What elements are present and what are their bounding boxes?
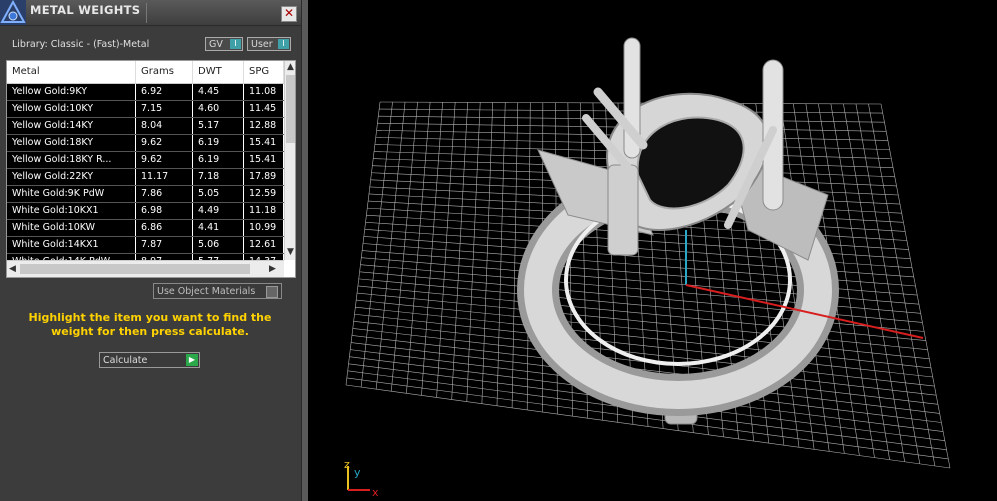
app-logo-icon <box>0 0 26 25</box>
horizontal-scrollbar[interactable]: ◀ ▶ <box>7 260 284 277</box>
table-cell: 17.89 <box>244 169 284 185</box>
horizontal-scroll-thumb[interactable] <box>20 264 250 274</box>
scroll-up-icon[interactable]: ▲ <box>287 62 294 73</box>
column-header-metal[interactable]: Metal <box>7 61 136 83</box>
table-cell: Yellow Gold:14KY <box>7 118 136 134</box>
table-cell: Yellow Gold:18KY <box>7 135 136 151</box>
table-cell: 7.18 <box>193 169 244 185</box>
scroll-left-icon[interactable]: ◀ <box>9 264 16 275</box>
grid-line <box>843 103 905 462</box>
grid-line <box>880 103 951 469</box>
column-header-dwt[interactable]: DWT <box>193 61 244 83</box>
table-cell: 6.98 <box>136 203 193 219</box>
table-body: Yellow Gold:9KY 6.92 4.45 11.08 Yellow Gold:… <box>7 84 284 271</box>
table-cell: Yellow Gold:22KY <box>7 169 136 185</box>
table-cell: 9.62 <box>136 152 193 168</box>
table-row[interactable]: Yellow Gold:10KY 7.15 4.60 11.45 <box>7 101 284 118</box>
table-cell: 6.19 <box>193 135 244 151</box>
table-cell: 11.08 <box>244 84 284 100</box>
gv-toggle[interactable]: GV I <box>205 37 243 51</box>
table-cell: 4.41 <box>193 220 244 236</box>
table-cell: 6.92 <box>136 84 193 100</box>
column-header-spg[interactable]: SPG <box>244 61 284 83</box>
calculate-label: Calculate <box>103 355 148 366</box>
user-toggle-knob-icon: I <box>278 39 289 49</box>
table-row[interactable]: Yellow Gold:14KY 8.04 5.17 12.88 <box>7 118 284 135</box>
grid-line <box>855 103 921 464</box>
user-toggle-label: User <box>251 39 273 50</box>
table-row[interactable]: White Gold:14KX1 7.87 5.06 12.61 <box>7 237 284 254</box>
metal-weights-panel: METAL WEIGHTS ✕ Library: Classic - (Fast… <box>0 0 301 501</box>
scroll-down-icon[interactable]: ▼ <box>287 247 294 258</box>
table-cell: White Gold:14KX1 <box>7 237 136 253</box>
table-row[interactable]: White Gold:9K PdW 7.86 5.05 12.59 <box>7 186 284 203</box>
title-separator <box>146 3 147 23</box>
gv-toggle-knob-icon: I <box>230 39 241 49</box>
table-row[interactable]: Yellow Gold:9KY 6.92 4.45 11.08 <box>7 84 284 101</box>
use-object-materials-label: Use Object Materials <box>157 286 256 297</box>
table-cell: Yellow Gold:18KY R... <box>7 152 136 168</box>
library-label: Library: Classic - (Fast)-Metal <box>12 39 150 50</box>
table-cell: White Gold:9K PdW <box>7 186 136 202</box>
table-cell: 6.19 <box>193 152 244 168</box>
table-cell: 12.59 <box>244 186 284 202</box>
axis-label-z: z <box>344 458 350 471</box>
table-cell: 4.49 <box>193 203 244 219</box>
table-cell: 7.15 <box>136 101 193 117</box>
table-cell: 4.45 <box>193 84 244 100</box>
table-cell: 11.17 <box>136 169 193 185</box>
table-row[interactable]: White Gold:10KX1 6.98 4.49 11.18 <box>7 203 284 220</box>
table-row[interactable]: Yellow Gold:22KY 11.17 7.18 17.89 <box>7 169 284 186</box>
vertical-scroll-thumb[interactable] <box>286 75 295 143</box>
table-cell: 5.05 <box>193 186 244 202</box>
vertical-scrollbar[interactable]: ▲ ▼ <box>284 61 295 260</box>
table-cell: White Gold:10KX1 <box>7 203 136 219</box>
checkbox-icon <box>266 286 278 298</box>
panel-title-bar[interactable]: METAL WEIGHTS ✕ <box>0 0 301 26</box>
close-button[interactable]: ✕ <box>281 6 297 22</box>
table-cell: 15.41 <box>244 152 284 168</box>
table-cell: 11.18 <box>244 203 284 219</box>
axis-label-x: x <box>372 486 379 499</box>
table-cell: 11.45 <box>244 101 284 117</box>
table-cell: 8.04 <box>136 118 193 134</box>
table-row[interactable]: White Gold:10KW 6.86 4.41 10.99 <box>7 220 284 237</box>
table-cell: 5.06 <box>193 237 244 253</box>
table-cell: Yellow Gold:9KY <box>7 84 136 100</box>
play-arrow-icon: ▶ <box>186 354 198 366</box>
table-row[interactable]: Yellow Gold:18KY 9.62 6.19 15.41 <box>7 135 284 152</box>
scroll-right-icon[interactable]: ▶ <box>269 264 276 275</box>
table-cell: 10.99 <box>244 220 284 236</box>
gv-toggle-label: GV <box>209 39 223 50</box>
table-cell: 12.88 <box>244 118 284 134</box>
use-object-materials-checkbox[interactable]: Use Object Materials <box>153 283 282 299</box>
metal-weights-table: Metal Grams DWT SPG Yellow Gold:9KY 6.92 4… <box>6 60 296 278</box>
table-cell: 12.61 <box>244 237 284 253</box>
grid-line <box>830 103 890 460</box>
axis-gizmo-icon: z y x <box>344 458 379 499</box>
grid-line <box>868 103 936 466</box>
calculate-button[interactable]: Calculate ▶ <box>99 352 200 368</box>
axis-label-y: y <box>354 466 361 479</box>
table-cell: 7.87 <box>136 237 193 253</box>
instructions-text: Highlight the item you want to find the … <box>28 311 272 338</box>
table-cell: 5.17 <box>193 118 244 134</box>
table-cell: 4.60 <box>193 101 244 117</box>
viewport-canvas[interactable]: z y x <box>308 0 997 501</box>
table-header: Metal Grams DWT SPG <box>7 61 284 84</box>
column-header-grams[interactable]: Grams <box>136 61 193 83</box>
table-cell: White Gold:10KW <box>7 220 136 236</box>
user-toggle[interactable]: User I <box>247 37 291 51</box>
table-cell: 6.86 <box>136 220 193 236</box>
table-row[interactable]: Yellow Gold:18KY R... 9.62 6.19 15.41 <box>7 152 284 169</box>
panel-title: METAL WEIGHTS <box>30 3 141 17</box>
table-cell: 7.86 <box>136 186 193 202</box>
table-cell: 9.62 <box>136 135 193 151</box>
table-cell: 15.41 <box>244 135 284 151</box>
table-cell: Yellow Gold:10KY <box>7 101 136 117</box>
3d-viewport[interactable]: z y x <box>308 0 997 501</box>
